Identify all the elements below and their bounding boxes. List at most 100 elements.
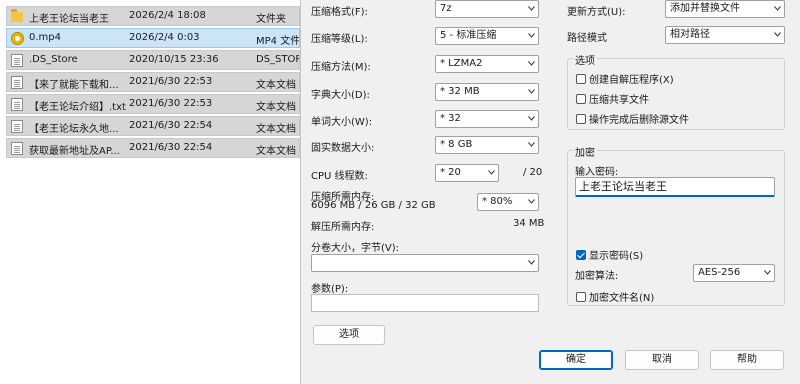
parameters-label: 参数(P):	[311, 284, 349, 295]
text-file-icon	[11, 120, 23, 133]
folder-icon	[11, 9, 23, 22]
compress-shared-label: 压缩共享文件	[589, 95, 649, 106]
help-button[interactable]: 帮助	[710, 350, 784, 370]
archive-format-label: 压缩格式(F):	[311, 7, 368, 18]
file-list: 上老王论坛当老王 2026/2/4 18:08 文件夹 0.mp4 2026/2…	[0, 0, 300, 384]
memory-compress-detail: 6096 MB / 26 GB / 32 GB	[311, 200, 436, 211]
chevron-down-icon	[528, 61, 535, 67]
compression-method-label: 压缩方法(M):	[311, 62, 371, 73]
delete-after-label: 操作完成后删除源文件	[589, 115, 689, 126]
text-file-icon	[11, 98, 23, 111]
file-date: 2021/6/30 22:53	[129, 98, 213, 109]
checkbox-box	[576, 93, 586, 104]
file-date: 2020/10/15 23:36	[129, 54, 219, 65]
ok-button[interactable]: 确定	[539, 350, 613, 370]
update-mode-select[interactable]: 添加并替换文件	[665, 0, 785, 18]
file-name: 上老王论坛当老王	[29, 14, 109, 25]
file-type: DS_STORE	[256, 54, 299, 65]
file-date: 2021/6/30 22:54	[129, 142, 213, 153]
solid-block-size-value: * 8 GB	[440, 139, 473, 150]
list-item[interactable]: 获取最新地址及AP... 2021/6/30 22:54 文本文档	[6, 138, 300, 158]
file-type: 文本文档	[256, 102, 296, 113]
encryption-method-select[interactable]: AES-256	[693, 264, 775, 282]
create-sfx-label: 创建自解压程序(X)	[589, 75, 674, 86]
memory-usage-value: * 80%	[482, 196, 513, 207]
file-date: 2026/2/4 0:03	[129, 32, 200, 43]
add-to-archive-dialog: 压缩格式(F): 7z 压缩等级(L): 5 - 标准压缩 压缩方法(M): *…	[300, 0, 800, 384]
archive-format-select[interactable]: 7z	[435, 0, 539, 18]
chevron-down-icon	[774, 6, 781, 12]
parameters-input[interactable]	[311, 294, 539, 312]
file-name: 【来了就能下载和...	[29, 80, 119, 91]
list-item[interactable]: .DS_Store 2020/10/15 23:36 DS_STORE	[6, 50, 300, 70]
file-date: 2026/2/4 18:08	[129, 10, 206, 21]
compression-level-value: 5 - 标准压缩	[440, 30, 497, 41]
chevron-down-icon	[528, 89, 535, 95]
checkbox-checked	[576, 249, 586, 260]
show-password-label: 显示密码(S)	[589, 251, 644, 262]
list-item[interactable]: 【来了就能下载和... 2021/6/30 22:53 文本文档	[6, 72, 300, 92]
file-name: 【老王论坛永久地...	[29, 124, 119, 135]
memory-decompress-label: 解压所需内存:	[311, 222, 375, 233]
update-mode-label: 更新方式(U):	[567, 7, 626, 18]
options-button[interactable]: 选项	[313, 325, 385, 345]
memory-decompress-value: 34 MB	[513, 218, 545, 229]
chevron-down-icon	[528, 199, 535, 205]
delete-after-checkbox[interactable]: 操作完成后删除源文件	[576, 111, 689, 126]
password-label: 输入密码:	[575, 167, 619, 178]
dictionary-size-value: * 32 MB	[440, 86, 480, 97]
path-mode-label: 路径模式	[567, 33, 607, 44]
password-input[interactable]: 上老王论坛当老王	[575, 177, 775, 197]
create-sfx-checkbox[interactable]: 创建自解压程序(X)	[576, 71, 674, 86]
compression-method-select[interactable]: * LZMA2	[435, 55, 539, 73]
file-type: 文本文档	[256, 146, 296, 157]
compression-level-label: 压缩等级(L):	[311, 34, 368, 45]
file-date: 2021/6/30 22:53	[129, 76, 213, 87]
media-file-icon	[11, 32, 24, 45]
file-date: 2021/6/30 22:54	[129, 120, 213, 131]
word-size-select[interactable]: * 32	[435, 110, 539, 128]
word-size-value: * 32	[440, 113, 461, 124]
list-item[interactable]: 【老王论坛永久地... 2021/6/30 22:54 文本文档	[6, 116, 300, 136]
archive-format-value: 7z	[440, 3, 452, 14]
show-password-checkbox[interactable]: 显示密码(S)	[576, 247, 643, 262]
file-type: 文本文档	[256, 80, 296, 91]
chevron-down-icon	[774, 32, 781, 38]
split-volumes-select[interactable]	[311, 254, 539, 272]
compression-method-value: * LZMA2	[440, 58, 483, 69]
update-mode-value: 添加并替换文件	[670, 3, 740, 14]
compress-shared-checkbox[interactable]: 压缩共享文件	[576, 91, 649, 106]
encryption-method-value: AES-256	[698, 267, 741, 278]
memory-usage-select[interactable]: * 80%	[477, 193, 539, 211]
solid-block-size-select[interactable]: * 8 GB	[435, 136, 539, 154]
chevron-down-icon	[528, 260, 535, 266]
cpu-threads-value: * 20	[440, 167, 461, 178]
text-file-icon	[11, 142, 23, 155]
compression-level-select[interactable]: 5 - 标准压缩	[435, 27, 539, 45]
encrypt-names-label: 加密文件名(N)	[589, 293, 655, 304]
list-item[interactable]: 上老王论坛当老王 2026/2/4 18:08 文件夹	[6, 6, 300, 26]
dictionary-size-select[interactable]: * 32 MB	[435, 83, 539, 101]
chevron-down-icon	[528, 142, 535, 148]
split-volumes-label: 分卷大小，字节(V):	[311, 243, 400, 254]
checkbox-box	[576, 113, 586, 124]
cancel-button[interactable]: 取消	[625, 350, 699, 370]
chevron-down-icon	[488, 170, 495, 176]
checkbox-box	[576, 73, 586, 84]
encryption-method-label: 加密算法:	[575, 271, 619, 282]
cpu-threads-select[interactable]: * 20	[435, 164, 499, 182]
file-type: 文件夹	[256, 14, 286, 25]
cpu-threads-max: / 20	[523, 167, 543, 178]
path-mode-select[interactable]: 相对路径	[665, 26, 785, 44]
chevron-down-icon	[528, 6, 535, 12]
dictionary-size-label: 字典大小(D):	[311, 90, 370, 101]
list-item[interactable]: 【老王论坛介绍】.txt 2021/6/30 22:53 文本文档	[6, 94, 300, 114]
chevron-down-icon	[528, 33, 535, 39]
encrypt-names-checkbox[interactable]: 加密文件名(N)	[576, 289, 654, 304]
file-name: .DS_Store	[29, 54, 78, 65]
file-name: 【老王论坛介绍】.txt	[29, 102, 126, 113]
list-item-selected[interactable]: 0.mp4 2026/2/4 0:03 MP4 文件	[6, 28, 300, 48]
chevron-down-icon	[764, 270, 771, 276]
solid-block-size-label: 固实数据大小:	[311, 143, 375, 154]
options-group-title: 选项	[573, 52, 597, 67]
